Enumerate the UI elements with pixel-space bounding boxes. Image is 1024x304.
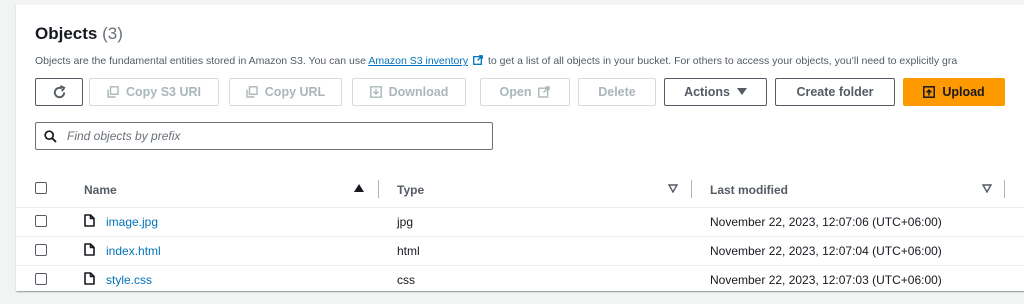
upload-label: Upload [942, 85, 985, 99]
refresh-icon [53, 84, 66, 98]
file-icon [84, 243, 95, 256]
column-header-last-modified[interactable]: Last modified [710, 183, 788, 197]
column-divider[interactable] [691, 180, 692, 198]
object-count: (3) [102, 24, 123, 43]
description-prefix: Objects are the fundamental entities sto… [35, 55, 369, 67]
object-name-link[interactable]: index.html [106, 244, 161, 258]
select-all-checkbox[interactable] [35, 182, 47, 194]
object-last-modified: November 22, 2023, 12:07:03 (UTC+06:00) [710, 273, 942, 287]
objects-description: Objects are the fundamental entities sto… [35, 55, 957, 67]
caret-down-icon [736, 88, 747, 95]
actions-label: Actions [684, 85, 730, 99]
download-icon [369, 86, 382, 98]
copy-url-button[interactable]: Copy URL [229, 78, 342, 106]
object-type: html [397, 244, 420, 258]
search-input[interactable] [65, 128, 469, 144]
download-label: Download [388, 85, 449, 99]
table-row: image.jpg jpg November 22, 2023, 12:07:0… [16, 207, 1024, 237]
create-folder-label: Create folder [796, 85, 874, 99]
sort-ascending-icon[interactable] [354, 184, 364, 193]
delete-button[interactable]: Delete [578, 78, 656, 106]
download-button[interactable]: Download [352, 78, 466, 106]
sort-icon[interactable] [668, 184, 678, 193]
table-row: style.css css November 22, 2023, 12:07:0… [16, 265, 1024, 294]
external-link-icon [473, 55, 483, 65]
object-last-modified: November 22, 2023, 12:07:04 (UTC+06:00) [710, 244, 942, 258]
search-icon [44, 129, 57, 143]
page-title: Objects (3) [35, 24, 123, 44]
upload-button[interactable]: Upload [903, 78, 1005, 106]
file-icon [84, 272, 95, 285]
search-box [35, 122, 493, 150]
objects-panel: Objects (3) Objects are the fundamental … [16, 5, 1024, 291]
copy-url-label: Copy URL [264, 85, 326, 99]
actions-dropdown-button[interactable]: Actions [664, 78, 767, 106]
row-checkbox[interactable] [35, 244, 47, 256]
sort-icon[interactable] [982, 184, 992, 193]
copy-icon [107, 86, 119, 98]
open-label: Open [499, 85, 532, 99]
copy-s3-uri-button[interactable]: Copy S3 URI [89, 78, 219, 106]
description-suffix: to get a list of all objects in your buc… [485, 55, 958, 67]
column-divider[interactable] [1004, 180, 1005, 198]
create-folder-button[interactable]: Create folder [775, 78, 895, 106]
object-type: css [397, 273, 415, 287]
object-type: jpg [397, 215, 414, 229]
refresh-button[interactable] [35, 78, 83, 106]
title-text: Objects [35, 24, 98, 43]
open-button[interactable]: Open [480, 78, 570, 106]
upload-icon [923, 86, 936, 98]
table-row: index.html html November 22, 2023, 12:07… [16, 236, 1024, 266]
copy-icon [246, 86, 258, 98]
file-icon [84, 214, 95, 227]
object-last-modified: November 22, 2023, 12:07:06 (UTC+06:00) [710, 215, 942, 229]
inventory-link[interactable]: Amazon S3 inventory [368, 55, 468, 67]
copy-s3-uri-label: Copy S3 URI [125, 85, 201, 99]
row-checkbox[interactable] [35, 215, 47, 227]
column-header-type[interactable]: Type [397, 183, 424, 197]
object-name-link[interactable]: style.css [106, 273, 152, 287]
column-divider[interactable] [378, 180, 379, 198]
table-header: Name Type Last modified [16, 171, 1024, 208]
row-checkbox[interactable] [35, 273, 47, 285]
column-header-name[interactable]: Name [84, 183, 117, 197]
external-link-icon [538, 86, 551, 98]
delete-label: Delete [598, 85, 636, 99]
object-name-link[interactable]: image.jpg [106, 215, 158, 229]
